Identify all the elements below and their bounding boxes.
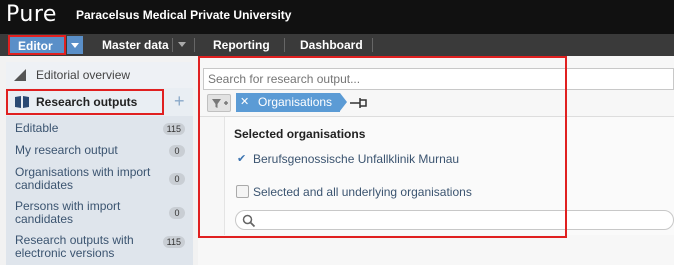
nav-master-data[interactable]: Master data <box>102 34 169 56</box>
organisation-name: Paracelsus Medical Private University <box>76 8 292 22</box>
remove-filter-icon[interactable]: ✕ <box>240 93 249 112</box>
app-header: Pure Paracelsus Medical Private Universi… <box>0 0 674 34</box>
sidebar-item-organisations-import[interactable]: Organisations with import candidates 0 <box>6 166 193 194</box>
count-badge: 115 <box>162 123 185 135</box>
nav-dashboard[interactable]: Dashboard <box>300 34 363 56</box>
sidebar-item-electronic-versions[interactable]: Research outputs with electronic version… <box>6 234 193 262</box>
selected-organisations-heading: Selected organisations <box>234 127 366 141</box>
sidebar-item-editable[interactable]: Editable 115 <box>6 122 193 138</box>
checkmark-icon: ✔ <box>237 153 247 165</box>
underlying-organisations-label[interactable]: Selected and all underlying organisation… <box>253 185 472 199</box>
sidebar-item-label: Research outputs with electronic version… <box>15 233 134 260</box>
add-icon[interactable]: + <box>174 92 185 110</box>
sidebar-item-label: Organisations with import candidates <box>15 165 151 192</box>
nav-separator <box>194 38 195 52</box>
count-badge: 0 <box>169 207 185 219</box>
sidebar-item-label: Persons with import candidates <box>15 199 121 226</box>
book-icon <box>15 96 29 108</box>
nav-reporting[interactable]: Reporting <box>213 34 270 56</box>
sidebar-item-label: Editorial overview <box>36 68 131 82</box>
count-badge: 115 <box>162 236 185 248</box>
sidebar-item-my-research-output[interactable]: My research output 0 <box>6 144 193 160</box>
filter-tag-arrow <box>340 93 347 111</box>
sidebar-item-persons-import[interactable]: Persons with import candidates 0 <box>6 200 193 228</box>
nav-editor[interactable]: Editor <box>8 35 66 55</box>
underlying-organisations-checkbox[interactable] <box>236 185 249 198</box>
main-nav: Editor Master data Reporting Dashboard <box>0 34 674 56</box>
nav-separator <box>284 38 285 52</box>
pin-icon[interactable] <box>350 96 368 110</box>
sidebar-item-editorial-overview[interactable]: Editorial overview <box>6 62 193 88</box>
editor-dropdown-icon[interactable] <box>67 36 83 54</box>
sidebar-item-label: Research outputs <box>36 95 138 109</box>
search-icon <box>242 214 256 228</box>
editorial-overview-icon <box>14 69 26 81</box>
sidebar-item-research-outputs[interactable]: Research outputs + <box>6 88 193 116</box>
count-badge: 0 <box>169 145 185 157</box>
master-data-dropdown-icon[interactable] <box>177 40 187 50</box>
organisation-search-input[interactable] <box>235 210 674 230</box>
filter-tag-organisations[interactable]: ✕ Organisations <box>236 93 340 112</box>
nav-separator <box>372 38 373 52</box>
selected-organisation-option[interactable]: Berufsgenossische Unfallklinik Murnau <box>253 152 459 166</box>
count-badge: 0 <box>169 173 185 185</box>
filter-button[interactable] <box>207 94 231 112</box>
filter-tag-label: Organisations <box>258 95 333 109</box>
sidebar-item-label: My research output <box>15 143 118 157</box>
pure-logo[interactable]: Pure <box>6 2 57 27</box>
filter-add-icon <box>212 99 228 108</box>
sidebar: Editorial overview Research outputs + Ed… <box>6 62 193 265</box>
nav-separator <box>172 38 173 52</box>
search-input[interactable] <box>203 68 674 90</box>
sidebar-item-label: Editable <box>15 121 59 135</box>
